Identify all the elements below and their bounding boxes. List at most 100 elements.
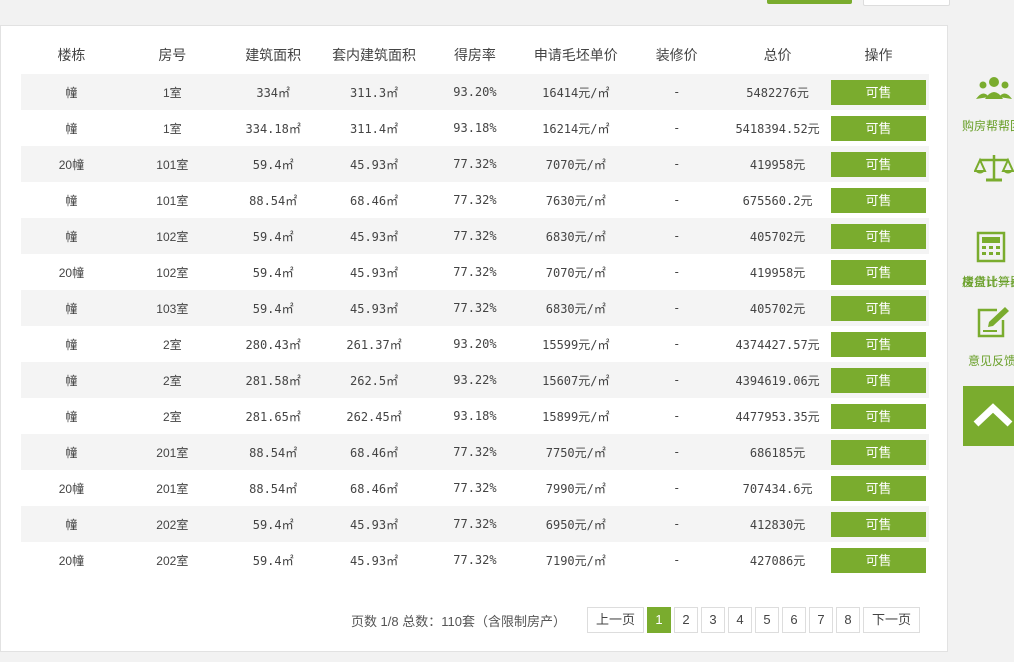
cell-action: 可售 — [828, 290, 929, 326]
cell-efficiency: 77.32% — [453, 193, 497, 207]
cell-efficiency: 77.32% — [424, 218, 526, 254]
cell-efficiency: 77.32% — [453, 265, 497, 279]
cell-unit-price: 15899元/㎡ — [542, 409, 610, 424]
cell-unit-price: 16414元/㎡ — [525, 74, 627, 110]
available-button[interactable]: 可售 — [831, 367, 926, 393]
table-row: 幢 102室 59.4㎡ 45.93㎡ 77.32% 6830元/㎡ -405702元 可售 — [21, 218, 929, 254]
cell-decoration-price: - — [626, 434, 728, 470]
header-decoration-price: 装修价 — [655, 47, 698, 63]
available-button[interactable]: 可售 — [831, 547, 926, 573]
header-room: 房号 — [158, 47, 187, 63]
scale-icon — [974, 155, 1014, 182]
cell-unit-price: 7070元/㎡ — [525, 146, 627, 182]
cell-total-price: 412830元 — [727, 506, 828, 542]
sidebar-label-calculator: 房贷计算器 — [962, 275, 1014, 289]
available-button[interactable]: 可售 — [831, 295, 926, 321]
cell-efficiency: 77.32% — [453, 481, 497, 495]
cell-building: 幢 — [21, 218, 122, 254]
cell-decoration-price: - — [673, 265, 681, 279]
cell-efficiency: 93.20% — [424, 74, 526, 110]
available-button[interactable]: 可售 — [831, 223, 926, 249]
back-to-top-button[interactable] — [963, 386, 1014, 446]
cell-action: 可售 — [828, 398, 929, 434]
cell-floor-area: 59.4㎡ — [252, 553, 294, 568]
cell-efficiency: 77.32% — [424, 506, 526, 542]
prev-page-button[interactable]: 上一页 — [586, 607, 644, 633]
available-button[interactable]: 可售 — [831, 79, 926, 105]
cell-action: 可售 — [828, 434, 929, 470]
page-button-1[interactable]: 1 — [646, 607, 671, 633]
table-row: 幢 103室 59.4㎡ 45.93㎡ 77.32% 6830元/㎡ -405702元 可售 — [21, 290, 929, 326]
available-button[interactable]: 可售 — [831, 115, 926, 141]
cell-total-price: 405702元 — [727, 290, 828, 326]
cell-room: 102室 — [121, 218, 223, 254]
cell-action: 可售 — [828, 110, 929, 146]
arrow-up-icon — [973, 403, 1013, 427]
cell-efficiency: 93.18% — [453, 121, 497, 135]
cell-building: 20幢 — [58, 553, 85, 568]
page-button-5[interactable]: 5 — [754, 607, 779, 633]
group-icon — [976, 77, 1012, 99]
top-green-button[interactable] — [767, 0, 852, 4]
table-row: 幢 1室 334.18㎡ 311.4㎡ 93.18% 16214元/㎡ - 5418394.5… — [21, 110, 929, 146]
cell-building: 20幢 — [21, 146, 122, 182]
page-button-4[interactable]: 4 — [727, 607, 752, 633]
top-white-button[interactable] — [863, 0, 950, 6]
page-button-2[interactable]: 2 — [673, 607, 698, 633]
cell-total-price: 405702元 — [727, 218, 828, 254]
cell-building: 幢 — [65, 193, 78, 208]
cell-room: 101室 — [121, 146, 223, 182]
available-button[interactable]: 可售 — [831, 403, 926, 429]
table-row: 幢 201室 88.54㎡ 68.46㎡ 77.32% 7750元/㎡ -686185元 可售 — [21, 434, 929, 470]
cell-room: 103室 — [121, 290, 223, 326]
calculator-icon — [976, 231, 1006, 263]
next-page-button[interactable]: 下一页 — [862, 607, 920, 633]
cell-room: 101室 — [156, 193, 189, 208]
cell-inner-area: 45.93㎡ — [323, 506, 425, 542]
cell-unit-price: 15607元/㎡ — [525, 362, 627, 398]
page-button-8[interactable]: 8 — [835, 607, 860, 633]
cell-action: 可售 — [828, 542, 929, 578]
cell-decoration-price: - — [626, 74, 728, 110]
available-button[interactable]: 可售 — [831, 439, 926, 465]
cell-room: 1室 — [121, 74, 223, 110]
page-button-6[interactable]: 6 — [781, 607, 806, 633]
sidebar-label-feedback: 意见反馈 — [968, 354, 1014, 368]
cell-action: 可售 — [828, 74, 929, 110]
table-row: 幢 2室 281.65㎡ 262.45㎡ 93.18% 15899元/㎡ - 4477953.… — [21, 398, 929, 434]
table-row: 幢 2室 280.43㎡ 261.37㎡ 93.20% 15599元/㎡ - 4374427.… — [21, 326, 929, 362]
available-button[interactable]: 可售 — [831, 187, 926, 213]
cell-unit-price: 7990元/㎡ — [545, 481, 606, 496]
table-row: 20幢 202室 59.4㎡ 45.93㎡ 77.32% 7190元/㎡ - 427086元 可… — [21, 542, 929, 578]
available-button[interactable]: 可售 — [831, 331, 926, 357]
cell-unit-price: 7070元/㎡ — [545, 265, 606, 280]
cell-building: 幢 — [21, 506, 122, 542]
cell-building: 幢 — [65, 409, 78, 424]
cell-efficiency: 93.18% — [453, 409, 497, 423]
cell-inner-area: 45.93㎡ — [323, 218, 425, 254]
table-row: 幢 101室 88.54㎡ 68.46㎡ 77.32% 7630元/㎡ - 675560.2元… — [21, 182, 929, 218]
cell-floor-area: 88.54㎡ — [249, 481, 298, 496]
available-button[interactable]: 可售 — [831, 475, 926, 501]
table-row: 幢 1室 334㎡ 311.3㎡ 93.20% 16414元/㎡ -5482276元 可售 — [21, 74, 929, 110]
available-button[interactable]: 可售 — [831, 259, 926, 285]
cell-total-price: 419958元 — [727, 146, 828, 182]
pagination: 页数 1/8 总数：110套（含限制房产） 上一页 1 2 3 4 5 6 7 … — [351, 607, 920, 633]
cell-decoration-price: - — [626, 146, 728, 182]
cell-efficiency: 77.32% — [424, 434, 526, 470]
header-total-price: 总价 — [763, 47, 792, 63]
cell-building: 幢 — [65, 337, 78, 352]
cell-decoration-price: - — [673, 481, 681, 495]
cell-total-price: 707434.6元 — [742, 481, 813, 496]
page-button-7[interactable]: 7 — [808, 607, 833, 633]
available-button[interactable]: 可售 — [831, 151, 926, 177]
cell-building: 幢 — [21, 290, 122, 326]
cell-room: 2室 — [162, 409, 182, 424]
table-row: 20幢 201室 88.54㎡ 68.46㎡ 77.32% 7990元/㎡ - 707434.… — [21, 470, 929, 506]
available-button[interactable]: 可售 — [831, 511, 926, 537]
cell-room: 201室 — [121, 434, 223, 470]
page-button-3[interactable]: 3 — [700, 607, 725, 633]
cell-action: 可售 — [828, 326, 929, 362]
cell-action: 可售 — [828, 254, 929, 290]
cell-floor-area: 281.65㎡ — [245, 409, 301, 424]
